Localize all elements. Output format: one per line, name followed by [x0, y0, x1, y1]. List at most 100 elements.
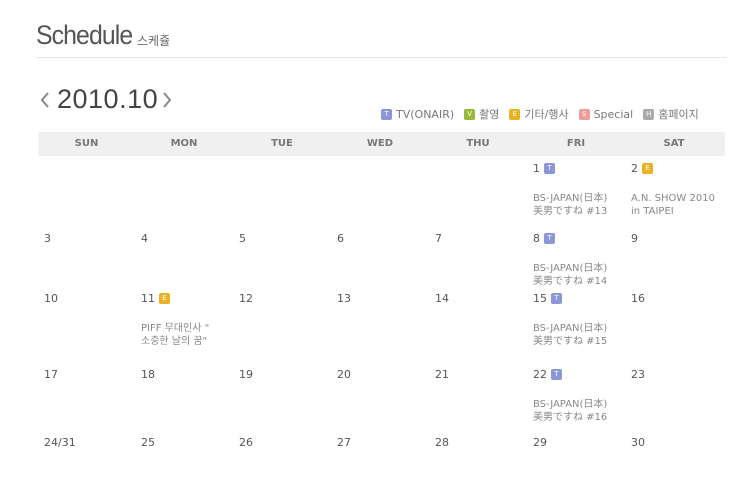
page-subtitle: 스케쥴	[137, 34, 171, 48]
day-number-text: 22	[533, 368, 547, 381]
day-cell[interactable]: 21	[429, 362, 527, 430]
weekday-label: TUE	[271, 138, 293, 149]
weekday-label: SUN	[74, 138, 99, 149]
event-link[interactable]: PIFF 무대인사 " 소중한 날의 꿈"	[141, 322, 209, 348]
day-number-text: 25	[141, 436, 155, 449]
event-link[interactable]: A.N. SHOW 2010 in TAIPEI	[631, 192, 715, 218]
day-cell[interactable]: 24/31	[38, 430, 135, 470]
day-cell[interactable]: 16	[625, 286, 723, 362]
day-number-text: 7	[435, 232, 442, 245]
event-line: BS-JAPAN(日本)	[533, 323, 608, 334]
legend-item: T TV(ONAIR)	[381, 106, 454, 122]
day-cell[interactable]: 20	[331, 362, 429, 430]
day-cell[interactable]: 14	[429, 286, 527, 362]
day-number: 30	[631, 436, 645, 449]
weekday-label: WED	[366, 138, 394, 149]
day-cell[interactable]: 17	[38, 362, 135, 430]
legend-item: E 기타/행사	[509, 106, 569, 122]
legend: T TV(ONAIR) V 촬영 E 기타/행사 S Special H 홈페이지	[381, 106, 725, 122]
day-cell[interactable]: 1 T BS-JAPAN(日本) 美男ですね #13	[527, 156, 625, 226]
day-number-text: 12	[239, 292, 253, 305]
day-cell[interactable]: 7	[429, 226, 527, 286]
legend-label: TV(ONAIR)	[396, 107, 455, 121]
day-cell[interactable]: 4	[135, 226, 233, 286]
day-cell	[331, 156, 429, 226]
day-number-text: 23	[631, 368, 645, 381]
day-cell[interactable]: 18	[135, 362, 233, 430]
category-badge-icon: H	[643, 108, 655, 120]
day-number: 5	[239, 232, 246, 245]
chevron-right-icon	[163, 92, 172, 108]
legend-item: S Special	[578, 106, 634, 122]
category-badge-icon: V	[464, 108, 476, 120]
legend-item: V 촬영	[464, 106, 499, 122]
day-cell[interactable]: 23	[625, 362, 723, 430]
day-cell	[233, 156, 331, 226]
weekday-header: SUN MON TUE WED THU FRI SAT	[38, 132, 725, 156]
next-month-button[interactable]	[160, 88, 174, 112]
day-number: 2E	[631, 162, 653, 175]
chevron-left-icon	[40, 92, 49, 108]
event-line: BS-JAPAN(日本)	[533, 193, 608, 204]
category-badge-icon: S	[578, 108, 590, 120]
day-number: 15 T	[533, 292, 562, 305]
day-number-text: 18	[141, 368, 155, 381]
day-number-text: 9	[631, 232, 638, 245]
day-number: 3	[44, 232, 51, 245]
day-number: 21	[435, 368, 449, 381]
day-number: 25	[141, 436, 155, 449]
day-number: 27	[337, 436, 351, 449]
day-cell[interactable]: 8 T BS-JAPAN(日本) 美男ですね #14	[527, 226, 625, 288]
day-cell[interactable]: 25	[135, 430, 233, 470]
day-cell[interactable]: 5	[233, 226, 331, 286]
month-label: 2010.10	[57, 84, 159, 114]
day-number-text: 17	[44, 368, 58, 381]
day-cell	[135, 156, 233, 226]
day-cell[interactable]: 13	[331, 286, 429, 362]
event-link[interactable]: BS-JAPAN(日本) 美男ですね #13	[533, 192, 607, 218]
day-cell[interactable]: 9	[625, 226, 723, 286]
day-cell[interactable]: 3	[38, 226, 135, 286]
legend-label: 홈페이지	[658, 108, 699, 121]
weekday-label: THU	[466, 138, 490, 149]
week-row: 1 T BS-JAPAN(日本) 美男ですね #13 2 E A.N. SHOW 2010 i…	[38, 156, 725, 226]
calendar-grid: 1 T BS-JAPAN(日本) 美男ですね #13 2 E A.N. SHOW 2010 i…	[38, 156, 725, 470]
day-number: 28	[435, 436, 449, 449]
weekday-label: FRI	[566, 138, 586, 149]
day-number: 9	[631, 232, 638, 245]
day-cell[interactable]: 10	[38, 286, 135, 362]
event-line: PIFF 무대인사 "	[141, 323, 210, 334]
day-number: 4	[141, 232, 148, 245]
day-number: 7	[435, 232, 442, 245]
event-link[interactable]: BS-JAPAN(日本) 美男ですね #15	[533, 322, 607, 348]
day-number: 10	[44, 292, 58, 305]
week-row: 10 11 E PIFF 무대인사 " 소중한 날의 꿈" 12 13 14 15 T BS-JAP…	[38, 286, 725, 362]
day-cell[interactable]: 22 T BS-JAPAN(日本) 美男ですね #16	[527, 362, 625, 430]
legend-label: 촬영	[479, 108, 500, 121]
day-cell[interactable]: 6	[331, 226, 429, 286]
legend-label: Special	[593, 107, 634, 121]
day-cell[interactable]: 15 T BS-JAPAN(日本) 美男ですね #15	[527, 286, 625, 362]
day-cell[interactable]: 30	[625, 430, 723, 470]
day-number: 16	[631, 292, 645, 305]
day-number: 13	[337, 292, 351, 305]
day-cell[interactable]: 12	[233, 286, 331, 362]
legend-label: 기타/행사	[524, 108, 569, 121]
day-cell[interactable]: 28	[429, 430, 527, 470]
event-link[interactable]: BS-JAPAN(日本) 美男ですね #16	[533, 398, 607, 424]
day-cell[interactable]: 11 E PIFF 무대인사 " 소중한 날의 꿈"	[135, 286, 233, 362]
day-number-text: 28	[435, 436, 449, 449]
day-number: 18	[141, 368, 155, 381]
event-link[interactable]: BS-JAPAN(日本) 美男ですね #14	[533, 262, 607, 288]
day-number-text: 26	[239, 436, 253, 449]
day-number: 24/31	[44, 436, 76, 449]
day-cell[interactable]: 2 E A.N. SHOW 2010 in TAIPEI	[625, 156, 723, 226]
category-badge-icon: E	[509, 108, 521, 120]
week-row: 17 18 19 20 21 22 T BS-JAPAN(日本) 美男ですね #16 23	[38, 362, 725, 430]
category-badge-icon: T	[544, 233, 555, 244]
day-cell[interactable]: 27	[331, 430, 429, 470]
day-cell[interactable]: 26	[233, 430, 331, 470]
day-cell[interactable]: 29	[527, 430, 625, 470]
prev-month-button[interactable]	[38, 88, 52, 112]
day-cell[interactable]: 19	[233, 362, 331, 430]
